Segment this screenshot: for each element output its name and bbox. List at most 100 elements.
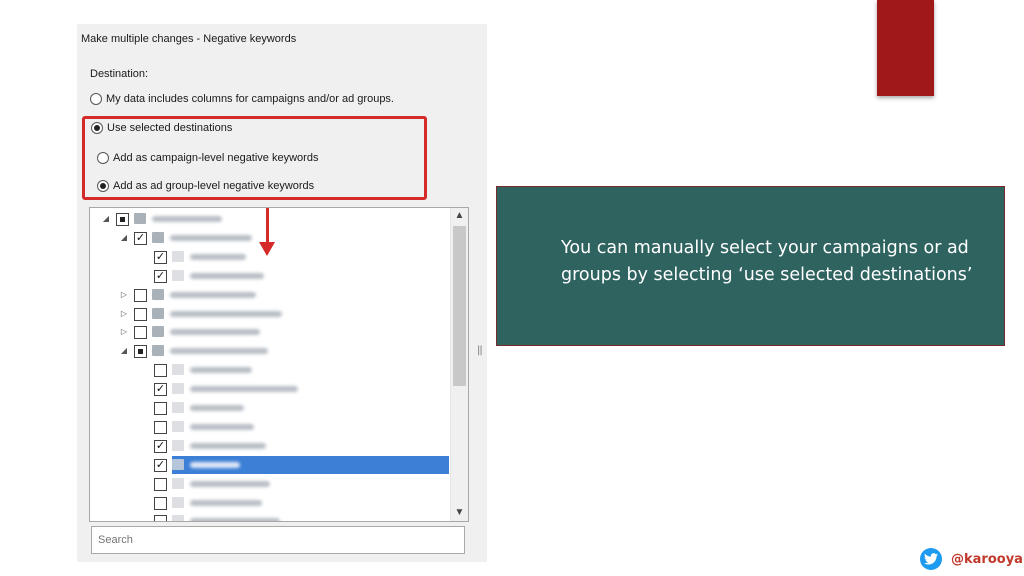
tree-checkbox[interactable]: ✓	[154, 250, 167, 264]
twitter-handle: @karooya	[951, 551, 1023, 567]
redacted-node-label	[190, 442, 266, 449]
tree-scrollbar[interactable]: ▲ ▼	[450, 208, 468, 521]
redacted-node-label	[190, 253, 246, 260]
tree-checkbox[interactable]	[154, 420, 167, 434]
radio-data-includes-columns[interactable]: My data includes columns for campaigns a…	[90, 93, 394, 105]
tree-row[interactable]: ✓	[90, 455, 450, 474]
redacted-node-label	[190, 499, 262, 506]
tree-row[interactable]: ✓	[90, 437, 450, 455]
tree-checkbox[interactable]	[154, 477, 167, 491]
radio-indicator[interactable]	[90, 93, 102, 105]
redacted-node-label	[190, 518, 280, 521]
decorative-red-tab	[877, 0, 934, 96]
expand-icon[interactable]: ▷	[120, 286, 128, 304]
tree-row[interactable]: ✓	[90, 267, 450, 285]
radio-campaign-level[interactable]: Add as campaign-level negative keywords	[97, 152, 318, 164]
account-icon	[134, 213, 146, 224]
redacted-node-label	[152, 216, 222, 222]
redacted-node-label	[170, 310, 282, 317]
radio-indicator[interactable]	[91, 122, 103, 134]
radio-ad-group-level[interactable]: Add as ad group-level negative keywords	[97, 180, 314, 192]
radio-use-selected-destinations[interactable]: Use selected destinations	[91, 122, 232, 134]
redacted-node-label	[170, 348, 268, 355]
tree-row[interactable]	[90, 399, 450, 417]
adgroup-icon	[172, 515, 184, 521]
display-campaign-icon	[152, 326, 164, 338]
tree-checkbox[interactable]: ✓	[154, 383, 167, 397]
scroll-down-icon[interactable]: ▼	[451, 505, 468, 521]
search-input[interactable]	[91, 526, 465, 554]
tree-checkbox[interactable]	[134, 345, 147, 359]
tree-checkbox[interactable]	[154, 364, 167, 378]
radio-label: My data includes columns for campaigns a…	[106, 93, 394, 105]
dialog-title: Make multiple changes - Negative keyword…	[81, 33, 297, 45]
tree-row[interactable]: ▷	[90, 286, 450, 304]
collapse-icon[interactable]: ◢	[120, 229, 128, 247]
tree-row[interactable]	[90, 361, 450, 379]
negative-keywords-dialog: Make multiple changes - Negative keyword…	[77, 24, 487, 562]
tree-row[interactable]: ▷	[90, 305, 450, 323]
tree-row[interactable]: ◢	[90, 342, 450, 360]
tree-checkbox[interactable]	[116, 213, 129, 226]
destination-tree[interactable]: ✓ ✓ ✓ ◢ ▷ ▷ ▷ ✓ ✓ ◢ ✓ ◢ ▲ ▼	[89, 207, 469, 522]
redacted-node-label	[190, 386, 298, 393]
radio-indicator[interactable]	[97, 180, 109, 192]
twitter-icon	[920, 548, 942, 570]
adgroup-icon	[172, 402, 184, 413]
splitter-grip-icon[interactable]: ||	[477, 345, 483, 356]
radio-label: Add as campaign-level negative keywords	[113, 152, 319, 164]
adgroup-icon	[172, 250, 184, 262]
callout-text: You can manually select your campaigns o…	[561, 238, 973, 285]
tree-checkbox[interactable]	[154, 515, 167, 521]
redacted-node-label	[190, 461, 240, 468]
tree-checkbox[interactable]	[154, 402, 167, 415]
redacted-node-label	[170, 234, 252, 241]
redacted-node-label	[190, 480, 270, 487]
tree-checkbox[interactable]: ✓	[154, 458, 167, 472]
tree-checkbox[interactable]	[134, 288, 147, 302]
tree-checkbox[interactable]	[134, 307, 147, 321]
adgroup-icon	[172, 477, 184, 489]
expand-icon[interactable]: ▷	[120, 305, 128, 323]
tree-checkbox[interactable]: ✓	[134, 231, 147, 245]
redacted-node-label	[170, 291, 256, 298]
adgroup-icon	[172, 383, 184, 395]
adgroup-icon	[172, 496, 184, 508]
tree-row[interactable]	[90, 418, 450, 436]
tree-row[interactable]	[90, 512, 450, 521]
redacted-node-label	[190, 367, 252, 374]
tree-checkbox[interactable]	[134, 326, 147, 340]
destination-label: Destination:	[90, 68, 149, 80]
adgroup-icon	[172, 420, 184, 432]
expand-icon[interactable]: ▷	[120, 323, 128, 341]
campaign-icon	[152, 231, 164, 243]
tree-row[interactable]: ◢	[90, 210, 450, 228]
scroll-thumb[interactable]	[453, 226, 466, 386]
tree-checkbox[interactable]	[154, 496, 167, 510]
collapse-icon[interactable]: ◢	[120, 342, 128, 360]
redacted-node-label	[190, 405, 244, 411]
tree-row[interactable]	[90, 494, 450, 512]
tree-checkbox[interactable]: ✓	[154, 439, 167, 453]
redacted-node-label	[190, 423, 254, 430]
campaign-icon	[152, 345, 164, 357]
adgroup-icon	[172, 364, 184, 376]
adgroup-icon	[172, 439, 184, 451]
arrow-head-icon	[259, 242, 275, 256]
scroll-up-icon[interactable]: ▲	[451, 208, 468, 224]
adgroup-icon	[172, 269, 184, 281]
radio-label: Use selected destinations	[107, 122, 233, 134]
info-callout: You can manually select your campaigns o…	[496, 186, 1005, 346]
redacted-node-label	[190, 272, 264, 279]
redacted-node-label	[170, 329, 260, 336]
collapse-icon[interactable]: ◢	[102, 210, 110, 228]
display-campaign-icon	[152, 307, 164, 319]
tree-row[interactable]: ✓	[90, 380, 450, 398]
radio-indicator[interactable]	[97, 152, 109, 164]
radio-label: Add as ad group-level negative keywords	[113, 180, 315, 192]
tree-row[interactable]	[90, 475, 450, 493]
tree-row[interactable]: ▷	[90, 323, 450, 341]
twitter-credit: @karooya	[920, 548, 1023, 570]
adgroup-icon	[172, 458, 184, 470]
tree-checkbox[interactable]: ✓	[154, 269, 167, 283]
